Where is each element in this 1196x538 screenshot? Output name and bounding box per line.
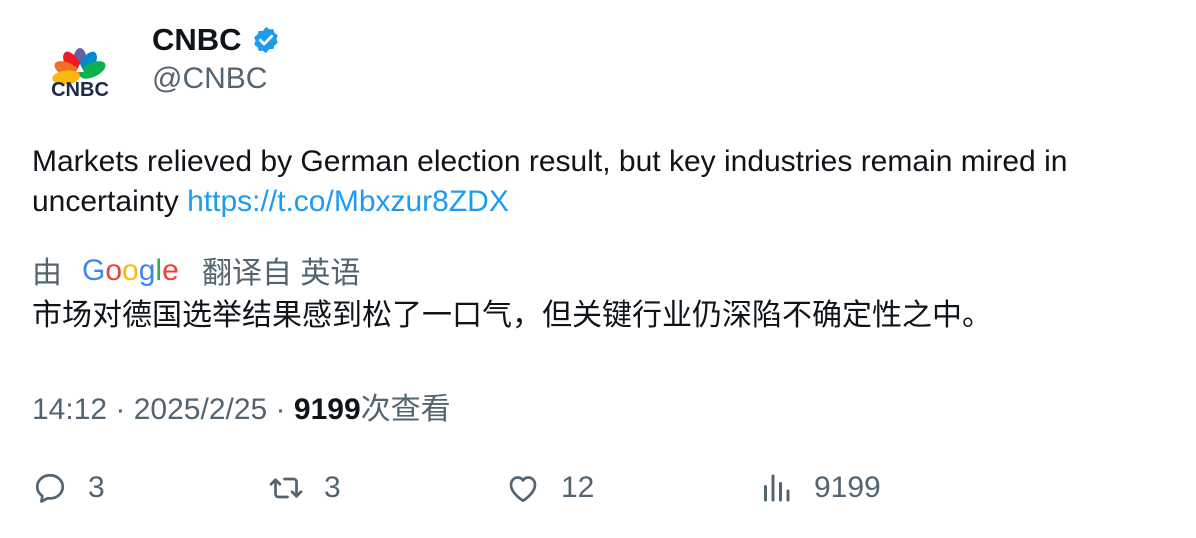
reply-icon (35, 473, 65, 503)
tweet-actions: 3 3 12 9199 (32, 470, 1162, 514)
verified-badge-icon (253, 26, 278, 54)
views-label: 次查看 (360, 393, 451, 426)
retweet-button[interactable]: 3 (268, 470, 341, 506)
retweet-icon (269, 477, 303, 499)
reply-button[interactable]: 3 (32, 470, 105, 506)
translation-prefix: 由 (32, 257, 62, 290)
google-logo[interactable]: Google (82, 250, 180, 290)
views-button[interactable]: 9199 (758, 470, 881, 506)
author-name-row: CNBC (152, 22, 281, 58)
views-action-count: 9199 (814, 471, 881, 504)
reply-count: 3 (88, 471, 105, 504)
analytics-icon (764, 474, 790, 502)
author-display-name[interactable]: CNBC (152, 22, 242, 58)
avatar-wordmark: CNBC (51, 79, 109, 101)
like-count: 12 (561, 471, 595, 504)
translated-text: 市场对德国选举结果感到松了一口气，但关键行业仍深陷不确定性之中。 (32, 299, 992, 332)
retweet-count: 3 (324, 471, 341, 504)
tweet-text: Markets relieved by German election resu… (32, 142, 1162, 222)
tweet-time[interactable]: 14:12 (32, 393, 107, 426)
tweet-meta: 14:12 · 2025/2/25 · 9199次查看 (32, 384, 451, 428)
author-handle[interactable]: @CNBC (152, 62, 267, 96)
translation-attribution: 由 Google 翻译自 英语 (32, 248, 360, 292)
tweet-date[interactable]: 2025/2/25 (134, 393, 267, 426)
cnbc-logo: CNBC (51, 48, 109, 101)
views-count: 9199 (293, 393, 361, 426)
like-button[interactable]: 12 (505, 470, 594, 506)
tweet-link[interactable]: https://t.co/Mbxzur8ZDX (187, 185, 509, 218)
author-avatar[interactable]: CNBC (32, 26, 128, 122)
translation-suffix: 翻译自 英语 (202, 257, 361, 290)
meta-separator: · (107, 393, 134, 426)
svg-text:Google: Google (82, 254, 179, 287)
meta-separator: · (267, 393, 294, 426)
heart-icon (509, 476, 537, 503)
